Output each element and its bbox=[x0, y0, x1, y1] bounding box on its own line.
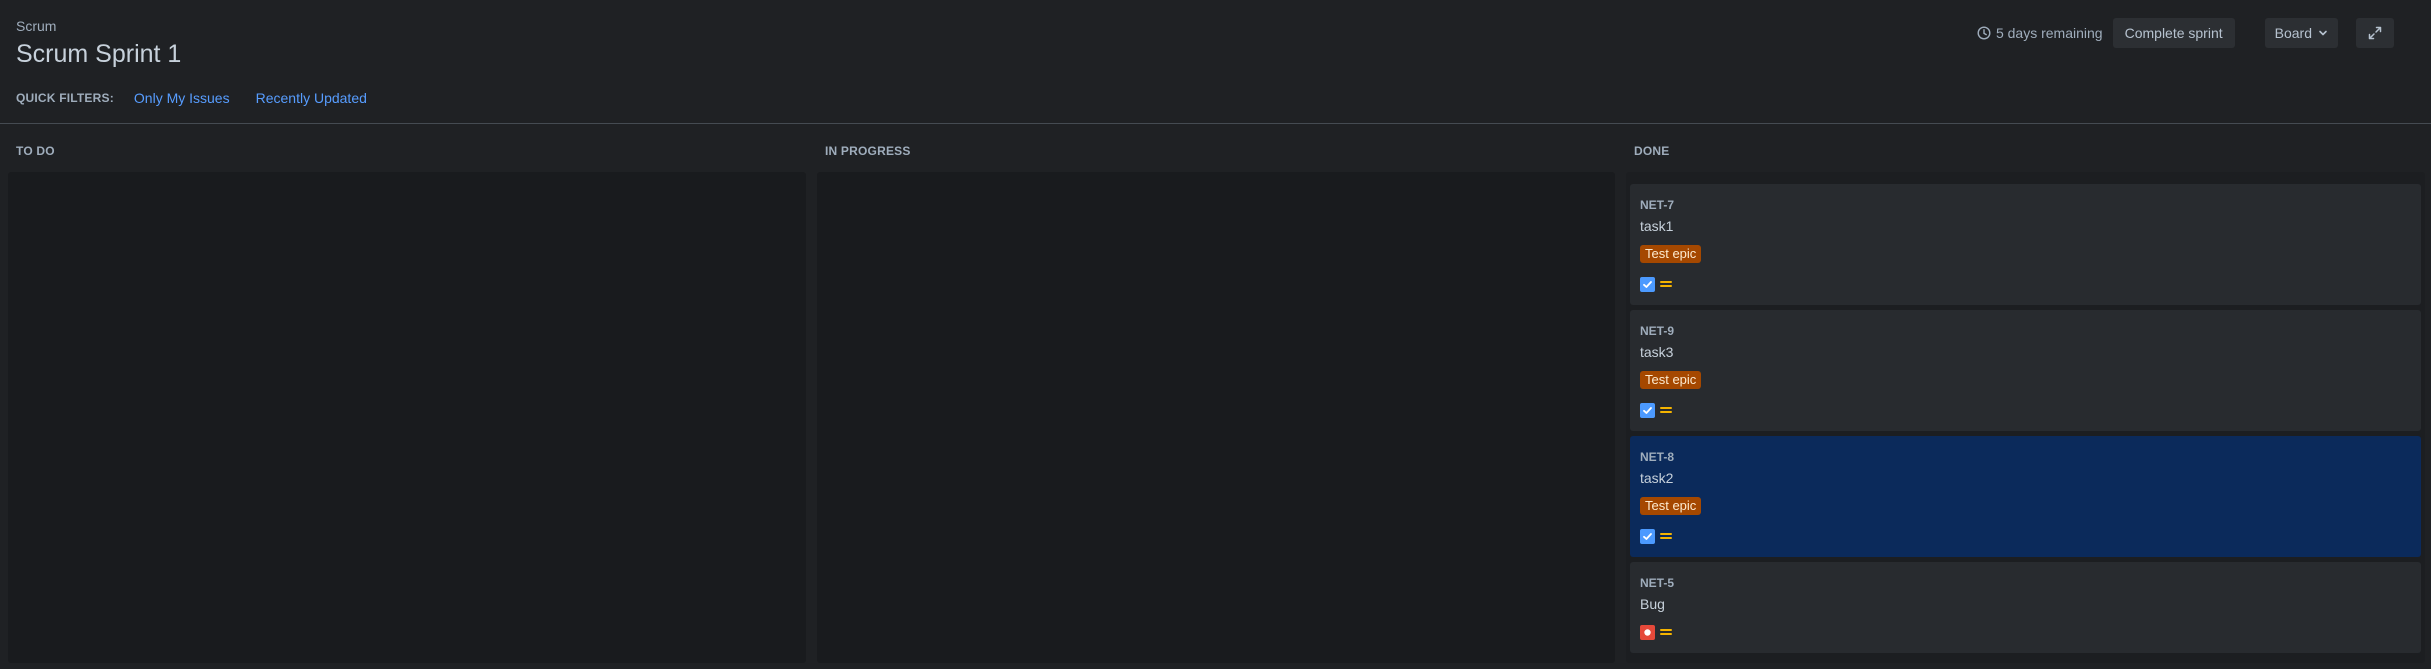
column-header-done: DONE bbox=[1634, 144, 1670, 158]
column-in-progress: IN PROGRESS bbox=[817, 124, 1615, 669]
board-label: Board bbox=[2274, 25, 2312, 41]
priority-medium-icon bbox=[1659, 405, 1673, 415]
issue-card-net-8[interactable]: NET-8 task2 Test epic bbox=[1630, 436, 2421, 557]
board-dropdown-button[interactable]: Board bbox=[2264, 18, 2338, 48]
bug-icon bbox=[1640, 624, 1655, 640]
column-body-in-progress[interactable] bbox=[817, 172, 1615, 663]
column-body-todo[interactable] bbox=[8, 172, 806, 663]
chevron-down-icon bbox=[2319, 30, 2327, 36]
task-checkbox-icon bbox=[1640, 276, 1655, 292]
card-icons bbox=[1640, 624, 1673, 640]
breadcrumb[interactable]: Scrum bbox=[16, 18, 56, 34]
issue-card-net-5[interactable]: NET-5 Bug bbox=[1630, 562, 2421, 653]
epic-badge: Test epic bbox=[1640, 497, 1702, 515]
remaining-text: 5 days remaining bbox=[1995, 25, 2103, 41]
epic-badge: Test epic bbox=[1640, 371, 1702, 389]
complete-sprint-button[interactable]: Complete sprint bbox=[2112, 18, 2235, 48]
epic-badge: Test epic bbox=[1640, 245, 1702, 263]
quick-filters-label: QUICK FILTERS: bbox=[16, 91, 114, 105]
issue-card-net-9[interactable]: NET-9 task3 Test epic bbox=[1630, 310, 2421, 431]
task-checkbox-icon bbox=[1640, 402, 1655, 418]
issue-key[interactable]: NET-9 bbox=[1640, 324, 1674, 338]
column-header-in-progress: IN PROGRESS bbox=[825, 144, 911, 158]
board-header: Scrum Scrum Sprint 1 QUICK FILTERS: Only… bbox=[0, 0, 2431, 123]
header-actions: 5 days remaining Complete sprint Board bbox=[1977, 18, 2431, 48]
page-title: Scrum Sprint 1 bbox=[16, 40, 182, 68]
column-todo: TO DO bbox=[8, 124, 806, 669]
column-header-todo: TO DO bbox=[16, 144, 55, 158]
issue-key[interactable]: NET-7 bbox=[1640, 198, 1674, 212]
sprint-remaining: 5 days remaining bbox=[1977, 25, 2103, 41]
issue-summary: task1 bbox=[1640, 218, 1674, 234]
issue-key[interactable]: NET-5 bbox=[1640, 576, 1674, 590]
expand-button[interactable] bbox=[2356, 18, 2394, 48]
issue-summary: task2 bbox=[1640, 470, 1674, 486]
issue-card-net-7[interactable]: NET-7 task1 Test epic bbox=[1630, 184, 2421, 305]
filter-recently-updated[interactable]: Recently Updated bbox=[256, 90, 367, 106]
filter-only-my-issues[interactable]: Only My Issues bbox=[134, 90, 230, 106]
column-done: DONE NET-7 task1 Test epic NET-9 task3 T… bbox=[1626, 124, 2425, 669]
issue-summary: task3 bbox=[1640, 344, 1674, 360]
card-icons bbox=[1640, 276, 1673, 292]
quick-filters: QUICK FILTERS: Only My Issues Recently U… bbox=[16, 88, 393, 108]
expand-icon bbox=[2368, 26, 2382, 40]
task-checkbox-icon bbox=[1640, 528, 1655, 544]
priority-medium-icon bbox=[1659, 531, 1673, 541]
card-icons bbox=[1640, 528, 1673, 544]
priority-medium-icon bbox=[1659, 627, 1673, 637]
issue-key[interactable]: NET-8 bbox=[1640, 450, 1674, 464]
clock-icon bbox=[1977, 26, 1991, 40]
priority-medium-icon bbox=[1659, 279, 1673, 289]
issue-summary: Bug bbox=[1640, 596, 1665, 612]
column-body-done: NET-7 task1 Test epic NET-9 task3 Test e… bbox=[1626, 172, 2425, 663]
card-icons bbox=[1640, 402, 1673, 418]
